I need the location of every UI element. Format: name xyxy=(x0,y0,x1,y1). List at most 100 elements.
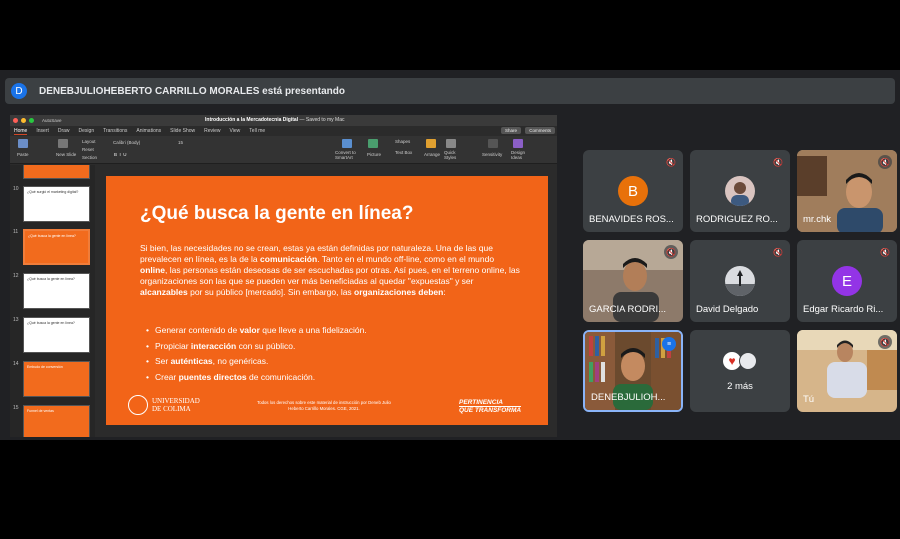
avatar: B xyxy=(618,176,648,206)
slide-number: 10 xyxy=(13,186,19,192)
paste-icon[interactable] xyxy=(18,139,28,148)
reset-button[interactable]: Reset xyxy=(82,147,94,152)
autosave-label[interactable]: AutoSave xyxy=(42,118,62,123)
participant-name: mr.chk xyxy=(803,214,831,225)
slide-thumbnail[interactable]: Embudo de conversión xyxy=(23,361,90,397)
new-slide-button[interactable]: New Slide xyxy=(56,152,76,157)
participant-tile[interactable]: 🔇 E Edgar Ricardo Ri... xyxy=(797,240,897,322)
tab-slide-show[interactable]: Slide Show xyxy=(170,128,195,134)
design-ideas-icon[interactable] xyxy=(513,139,523,148)
section-button[interactable]: Section xyxy=(82,155,97,160)
presenter-text: DENEBJULIOHEBERTO CARRILLO MORALES está … xyxy=(39,85,345,97)
avatar-icon xyxy=(739,352,757,370)
slide-number: 11 xyxy=(13,229,19,235)
avatar xyxy=(725,176,755,206)
slide-number: 14 xyxy=(13,361,19,367)
more-participants-label: 2 más xyxy=(727,381,753,392)
tab-draw[interactable]: Draw xyxy=(58,128,70,134)
font-select[interactable]: Calibri (Body) xyxy=(113,140,140,145)
text-format-tools[interactable]: B I U xyxy=(114,152,127,157)
slide-thumbnails: 10 ¿Qué surgió el marketing digital? 11 … xyxy=(10,165,95,437)
close-window-icon[interactable] xyxy=(13,118,18,123)
arrange-button[interactable]: Arrange xyxy=(424,152,440,157)
paste-button[interactable]: Paste xyxy=(17,152,29,157)
bullet-item: Propiciar interacción con su público. xyxy=(146,339,367,355)
arrange-icon[interactable] xyxy=(426,139,436,148)
tab-insert[interactable]: Insert xyxy=(36,128,49,134)
tab-review[interactable]: Review xyxy=(204,128,220,134)
slide-thumbnail[interactable]: ¿Qué surgió el marketing digital? xyxy=(23,186,90,222)
mic-off-icon: 🔇 xyxy=(664,155,678,169)
picture-icon[interactable] xyxy=(368,139,378,148)
sensitivity-icon[interactable] xyxy=(488,139,498,148)
participant-name: DENEBJULIOH... xyxy=(591,392,666,403)
saved-status: — Saved to my Mac xyxy=(299,117,345,123)
self-tile[interactable]: 🔇 Tú xyxy=(797,330,897,412)
ppt-body: 10 ¿Qué surgió el marketing digital? 11 … xyxy=(10,165,557,437)
tab-transitions[interactable]: Transitions xyxy=(103,128,127,134)
slide-brand: PERTINENCIA QUE TRANSFORMA xyxy=(459,399,522,414)
tab-animations[interactable]: Animations xyxy=(136,128,161,134)
participant-name: RODRIGUEZ RO... xyxy=(696,214,778,225)
mic-off-icon: 🔇 xyxy=(878,245,892,259)
maximize-window-icon[interactable] xyxy=(29,118,34,123)
ppt-titlebar: AutoSave Introducción a la Mercadotecnia… xyxy=(10,115,557,126)
powerpoint-window[interactable]: AutoSave Introducción a la Mercadotecnia… xyxy=(10,115,557,437)
font-size-select[interactable]: 15 xyxy=(178,140,183,145)
current-slide[interactable]: ¿Qué busca la gente en línea? Si bien, l… xyxy=(106,176,548,425)
bullet-item: Generar contenido de valor que lleve a u… xyxy=(146,323,367,339)
picture-button[interactable]: Picture xyxy=(367,152,381,157)
participant-name: GARCIA RODRI... xyxy=(589,304,667,315)
comments-button[interactable]: Comments xyxy=(525,127,555,134)
smartart-icon[interactable] xyxy=(342,139,352,148)
tab-home[interactable]: Home xyxy=(14,128,28,135)
text-box-button[interactable]: Text Box xyxy=(395,150,412,155)
slide-number: 12 xyxy=(13,273,19,279)
slide-thumbnail[interactable]: ¿Qué busca la gente en línea? xyxy=(23,273,90,309)
participant-tile[interactable]: 🔇 mr.chk xyxy=(797,150,897,232)
sensitivity-button[interactable]: Sensitivity xyxy=(482,152,502,157)
university-logo: UNIVERSIDAD DE COLIMA xyxy=(128,395,200,415)
slide-title[interactable]: ¿Qué busca la gente en línea? xyxy=(140,203,413,225)
layout-button[interactable]: Layout xyxy=(82,139,96,144)
minimize-window-icon[interactable] xyxy=(21,118,26,123)
presenter-avatar: D xyxy=(11,83,27,99)
slide-paragraph[interactable]: Si bien, las necesidades no se crean, es… xyxy=(140,243,520,298)
slide-editor[interactable]: ¿Qué busca la gente en línea? Si bien, l… xyxy=(95,165,557,437)
more-participants-tile[interactable]: ♥ 2 más xyxy=(690,330,790,412)
slide-thumbnail[interactable] xyxy=(23,165,90,179)
quick-styles-button[interactable]: Quick Styles xyxy=(444,150,458,160)
bullet-item: Crear puentes directos de comunicación. xyxy=(146,370,367,386)
tab-design[interactable]: Design xyxy=(79,128,95,134)
quick-styles-icon[interactable] xyxy=(446,139,456,148)
slide-thumbnail-selected[interactable]: ¿Qué busca la gente en línea? xyxy=(23,229,90,265)
tab-view[interactable]: View xyxy=(230,128,241,134)
mic-off-icon: 🔇 xyxy=(771,155,785,169)
convert-smartart-button[interactable]: Convert to SmartArt xyxy=(335,150,361,160)
participant-name: Tú xyxy=(803,394,815,405)
mic-off-icon: 🔇 xyxy=(878,155,892,169)
avatar xyxy=(725,266,755,296)
avatar: E xyxy=(832,266,862,296)
slide-thumbnail[interactable]: ¿Qué busca la gente en línea? xyxy=(23,317,90,353)
share-button[interactable]: Share xyxy=(500,127,521,134)
university-seal-icon xyxy=(128,395,148,415)
new-slide-icon[interactable] xyxy=(58,139,68,148)
shapes-button[interactable]: Shapes xyxy=(395,139,410,144)
participant-name: David Delgado xyxy=(696,304,759,315)
participant-tile[interactable]: 🔇 GARCIA RODRI... xyxy=(583,240,683,322)
tab-tell-me[interactable]: Tell me xyxy=(249,128,265,134)
participant-tile[interactable]: 🔇 RODRIGUEZ RO... xyxy=(690,150,790,232)
document-title: Introducción a la Mercadotecnia Digital … xyxy=(205,117,344,123)
participant-name: BENAVIDES ROS... xyxy=(589,214,674,225)
document-name: Introducción a la Mercadotecnia Digital xyxy=(205,117,299,123)
meet-screen: D DENEBJULIOHEBERTO CARRILLO MORALES est… xyxy=(0,70,900,440)
design-ideas-button[interactable]: Design Ideas xyxy=(511,150,527,160)
participant-tile[interactable]: 🔇 B BENAVIDES ROS... xyxy=(583,150,683,232)
slide-bullet-list[interactable]: Generar contenido de valor que lleve a u… xyxy=(146,323,367,385)
slide-thumbnail[interactable]: Funnel de ventas xyxy=(23,405,90,437)
ribbon-tabs: Home Insert Draw Design Transitions Anim… xyxy=(10,126,557,136)
speaking-indicator-icon: ≡ xyxy=(662,337,676,351)
participant-tile[interactable]: 🔇 David Delgado xyxy=(690,240,790,322)
participant-tile-speaking[interactable]: ≡ DENEBJULIOH... xyxy=(583,330,683,412)
